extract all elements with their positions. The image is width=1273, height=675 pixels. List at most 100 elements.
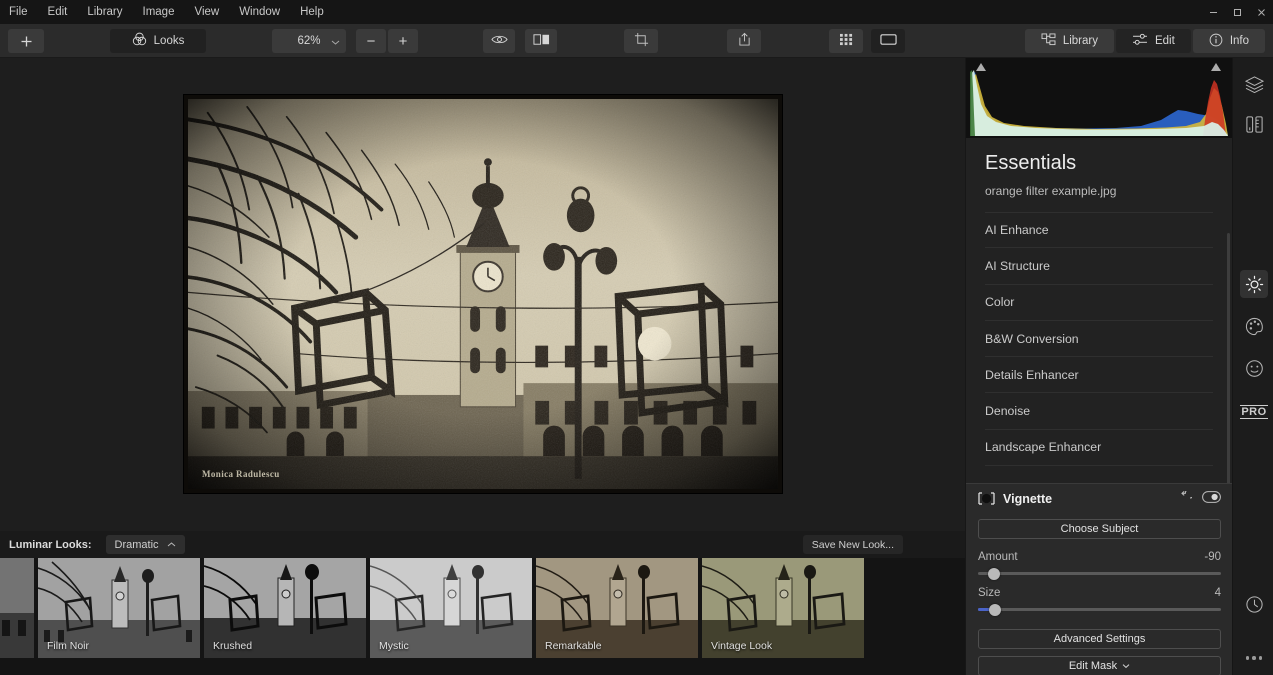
crop-icon — [634, 32, 649, 50]
reset-arrow-icon[interactable] — [1179, 487, 1196, 508]
photo-frame[interactable]: Monica Radulescu — [184, 95, 782, 493]
look-thumbnail[interactable] — [0, 558, 34, 658]
share-icon — [738, 32, 751, 50]
amount-slider-row: Amount -90 — [978, 551, 1221, 580]
image-canvas[interactable]: Monica Radulescu — [0, 58, 965, 531]
tab-library[interactable]: Library — [1024, 29, 1114, 53]
clip-highlight-triangle-icon[interactable] — [1211, 63, 1221, 71]
eye-toggle-icon[interactable] — [1202, 490, 1221, 508]
edit-mask-label: Edit Mask — [1068, 660, 1118, 672]
filter-bw-conversion[interactable]: B&W Conversion — [985, 321, 1213, 358]
zoom-in-button[interactable]: + — [388, 29, 418, 53]
tab-edit[interactable]: Edit — [1115, 29, 1191, 53]
single-view-icon — [879, 33, 897, 49]
info-icon — [1209, 33, 1223, 50]
looks-button-label: Looks — [153, 35, 185, 47]
close-icon[interactable] — [1249, 0, 1273, 24]
panel-filename: orange filter example.jpg — [985, 184, 1117, 198]
clip-shadow-triangle-icon[interactable] — [976, 63, 986, 71]
filter-landscape-enhancer[interactable]: Landscape Enhancer — [985, 430, 1213, 467]
filter-denoise[interactable]: Denoise — [985, 393, 1213, 430]
compare-button[interactable] — [525, 29, 557, 53]
menu-edit[interactable]: Edit — [38, 0, 78, 24]
zoom-level-select[interactable]: 62% — [272, 29, 346, 53]
crop-button[interactable] — [624, 29, 658, 53]
grid-view-button[interactable] — [829, 29, 863, 53]
filter-ai-enhance[interactable]: AI Enhance — [985, 212, 1213, 249]
look-thumbnail[interactable]: Krushed — [204, 558, 366, 658]
photo-watermark: Monica Radulescu — [202, 469, 280, 479]
add-button[interactable] — [8, 29, 44, 53]
look-label: Mystic — [379, 640, 409, 652]
tool-rail: PRO — [1232, 58, 1273, 675]
amount-label: Amount — [978, 551, 1018, 563]
size-slider-knob[interactable] — [988, 603, 1001, 616]
tab-library-label: Library — [1062, 35, 1098, 47]
share-button[interactable] — [727, 29, 761, 53]
vignette-header: Vignette — [978, 484, 1221, 513]
filter-details-enhancer[interactable]: Details Enhancer — [985, 357, 1213, 394]
look-label: Vintage Look — [711, 640, 773, 652]
luminar-looks-label: Luminar Looks: — [9, 538, 92, 551]
edited-photo: Monica Radulescu — [188, 99, 778, 489]
save-new-look-button[interactable]: Save New Look... — [802, 535, 903, 554]
single-view-button[interactable] — [871, 29, 905, 53]
tab-info[interactable]: Info — [1192, 29, 1265, 53]
amount-slider-track[interactable] — [978, 567, 1221, 580]
look-thumbnail[interactable]: Remarkable — [536, 558, 698, 658]
advanced-settings-button[interactable]: Advanced Settings — [978, 629, 1221, 649]
tab-info-label: Info — [1229, 35, 1249, 47]
size-slider-track[interactable] — [978, 603, 1221, 616]
zoom-out-button[interactable]: − — [356, 29, 386, 53]
amount-slider-knob[interactable] — [987, 567, 1000, 580]
more-options-icon[interactable] — [1240, 644, 1268, 672]
luminar-app-window: File Edit Library Image View Window Help — [0, 0, 1273, 675]
filter-ai-structure[interactable]: AI Structure — [985, 248, 1213, 285]
maximize-icon[interactable] — [1225, 0, 1249, 24]
look-thumbnail[interactable]: Vintage Look — [702, 558, 864, 658]
creative-palette-icon[interactable] — [1240, 312, 1268, 340]
menu-help[interactable]: Help — [290, 0, 334, 24]
menu-file[interactable]: File — [0, 0, 38, 24]
filter-color[interactable]: Color — [985, 285, 1213, 321]
menu-view[interactable]: View — [184, 0, 229, 24]
eye-icon — [490, 34, 508, 48]
menu-image[interactable]: Image — [133, 0, 185, 24]
choose-subject-button[interactable]: Choose Subject — [978, 519, 1221, 539]
looks-button[interactable]: Looks — [110, 29, 206, 53]
size-value: 4 — [1214, 587, 1221, 599]
chevron-down-icon — [1122, 660, 1130, 672]
filter-list: AI Enhance AI Structure Color B&W Conver… — [966, 212, 1232, 467]
minimize-icon[interactable] — [1201, 0, 1225, 24]
edit-side-panel: Essentials orange filter example.jpg AI … — [965, 58, 1233, 675]
vignette-panel: Vignette Choose Subject Amount -90 Size … — [966, 483, 1233, 675]
size-slider-row: Size 4 — [978, 587, 1221, 616]
looks-category-dropdown[interactable]: Dramatic — [105, 535, 185, 554]
edit-mask-button[interactable]: Edit Mask — [978, 656, 1221, 675]
looks-thumbnail-strip[interactable]: Film Noir Krushed Mystic Remarkable Vint… — [0, 558, 965, 675]
size-label: Size — [978, 587, 1001, 599]
pro-badge-icon[interactable]: PRO — [1240, 398, 1268, 426]
history-clock-icon[interactable] — [1240, 590, 1268, 618]
chevron-down-icon — [331, 37, 340, 49]
photo-artwork — [188, 99, 778, 489]
look-thumbnail[interactable]: Film Noir — [38, 558, 200, 658]
window-controls — [1201, 0, 1273, 24]
tools-icon[interactable] — [1240, 110, 1268, 138]
menu-window[interactable]: Window — [229, 0, 290, 24]
split-compare-icon — [532, 33, 550, 49]
looks-category-value: Dramatic — [114, 538, 159, 551]
menu-bar: File Edit Library Image View Window Help — [0, 0, 1273, 24]
histogram[interactable] — [966, 58, 1233, 138]
portrait-face-icon[interactable] — [1240, 354, 1268, 382]
look-label: Krushed — [213, 640, 253, 652]
look-preview-image — [0, 558, 34, 658]
preview-toggle-button[interactable] — [483, 29, 515, 53]
menu-library[interactable]: Library — [77, 0, 132, 24]
vignette-title: Vignette — [1003, 491, 1053, 506]
panel-title: Essentials — [985, 152, 1077, 174]
essentials-sun-icon[interactable] — [1240, 270, 1268, 298]
look-thumbnail[interactable]: Mystic — [370, 558, 532, 658]
vignette-circle-icon — [978, 492, 995, 505]
layers-icon[interactable] — [1240, 70, 1268, 98]
